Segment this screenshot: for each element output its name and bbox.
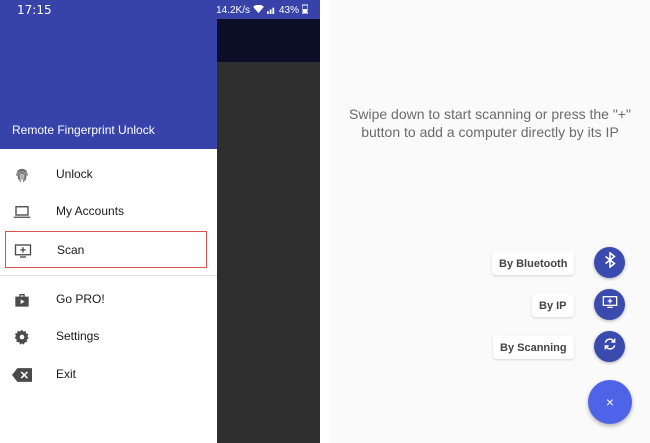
background-scrim[interactable] (217, 62, 320, 443)
refresh-icon (602, 336, 618, 357)
status-time: 17:15 (17, 3, 52, 17)
by-scanning-fab[interactable] (594, 331, 625, 362)
add-to-queue-icon (602, 295, 618, 314)
drawer-header: Remote Fingerprint Unlock (0, 0, 217, 149)
menu-label-my-accounts: My Accounts (56, 204, 125, 218)
signal-icon (266, 5, 276, 17)
navigation-drawer: Remote Fingerprint Unlock Unlock My Acco… (0, 0, 217, 443)
background-app-bar (217, 19, 320, 62)
laptop-icon (12, 202, 32, 222)
drawer-title: Remote Fingerprint Unlock (12, 123, 155, 137)
backspace-icon (12, 365, 32, 385)
battery-level: 43% (278, 5, 299, 16)
network-speed: 14.2K/s (216, 5, 250, 16)
add-to-queue-icon (13, 241, 33, 261)
bluetooth-icon (604, 251, 616, 273)
wifi-icon (253, 4, 264, 17)
bluetooth-fab[interactable] (594, 247, 625, 278)
left-phone-screen: Remote Fingerprint Unlock Unlock My Acco… (0, 0, 320, 443)
menu-item-scan[interactable]: Scan (5, 231, 207, 268)
menu-item-my-accounts[interactable]: My Accounts (0, 193, 217, 230)
menu-item-exit[interactable]: Exit (0, 356, 217, 393)
close-icon: × (605, 394, 615, 410)
menu-label-go-pro: Go PRO! (56, 292, 105, 306)
screenshot-root: Remote Fingerprint Unlock Unlock My Acco… (0, 0, 650, 443)
menu-item-go-pro[interactable]: Go PRO! (0, 281, 217, 318)
fab-label-by-scanning[interactable]: By Scanning (493, 336, 574, 359)
fingerprint-icon (12, 165, 32, 185)
shop-icon (12, 290, 32, 310)
menu-label-exit: Exit (56, 367, 77, 381)
empty-message-line-1: Swipe down to start scanning or press th… (349, 106, 631, 122)
drawer-divider (0, 275, 217, 276)
menu-item-settings[interactable]: Settings (0, 318, 217, 355)
status-bar: 17:15 14.2K/s 43% (0, 0, 320, 19)
status-right: 14.2K/s 43% (216, 4, 309, 17)
menu-item-unlock[interactable]: Unlock (0, 156, 217, 193)
close-fab-button[interactable]: × (588, 380, 632, 424)
empty-state-message: Swipe down to start scanning or press th… (330, 105, 650, 141)
menu-label-unlock: Unlock (56, 167, 93, 181)
by-ip-fab[interactable] (594, 289, 625, 320)
menu-label-scan: Scan (57, 243, 85, 257)
empty-message-line-2: button to add a computer directly by its… (361, 124, 619, 140)
fab-label-by-bluetooth[interactable]: By Bluetooth (492, 252, 575, 275)
battery-icon (301, 4, 309, 17)
gear-icon (12, 327, 32, 347)
fab-label-by-ip[interactable]: By IP (532, 294, 574, 317)
right-phone-screen: Swipe down to start scanning or press th… (330, 0, 650, 443)
menu-label-settings: Settings (56, 329, 100, 343)
